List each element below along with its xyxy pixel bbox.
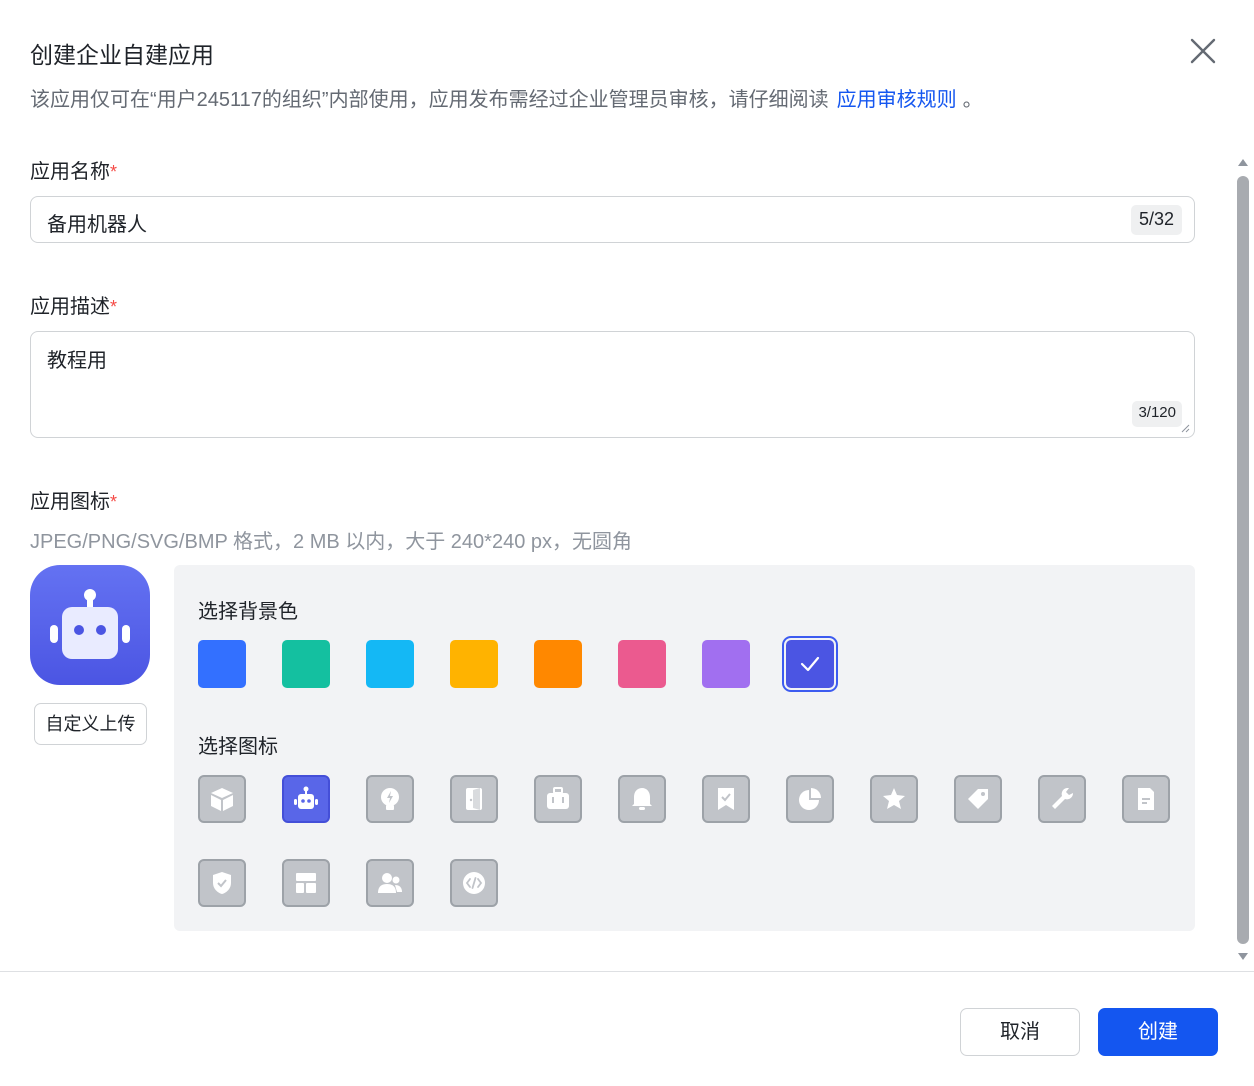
icon-option-briefcase[interactable] bbox=[534, 775, 582, 823]
app-desc-value: 教程用 bbox=[47, 350, 107, 372]
scroll-up-icon[interactable] bbox=[1236, 156, 1250, 168]
app-name-counter: 5/32 bbox=[1130, 205, 1182, 235]
required-mark: * bbox=[110, 492, 118, 512]
icon-option-bulb[interactable] bbox=[366, 775, 414, 823]
icon-option-shield[interactable] bbox=[198, 859, 246, 907]
scroll-down-icon[interactable] bbox=[1236, 951, 1250, 963]
subtitle-text: 该应用仅可在“用户245117的组织”内部使用，应用发布需经过企业管理员审核，请… bbox=[30, 89, 829, 111]
close-icon[interactable] bbox=[1186, 34, 1220, 68]
document-icon bbox=[1138, 788, 1154, 810]
color-swatch[interactable] bbox=[450, 640, 498, 688]
icon-option-wrench[interactable] bbox=[1038, 775, 1086, 823]
scrollbar-thumb[interactable] bbox=[1237, 176, 1249, 944]
color-swatch[interactable] bbox=[702, 640, 750, 688]
app-name-value: 备用机器人 bbox=[47, 214, 147, 236]
color-swatch[interactable] bbox=[534, 640, 582, 688]
bell-icon bbox=[632, 788, 652, 810]
app-desc-label-text: 应用描述 bbox=[30, 296, 110, 318]
app-name-input[interactable]: 备用机器人 5/32 bbox=[30, 196, 1195, 243]
app-name-label-text: 应用名称 bbox=[30, 161, 110, 183]
color-swatch[interactable] bbox=[198, 640, 246, 688]
color-swatch[interactable] bbox=[618, 640, 666, 688]
bookmark-icon bbox=[718, 788, 734, 810]
footer-divider bbox=[0, 971, 1254, 972]
tag-icon bbox=[968, 789, 988, 809]
required-mark: * bbox=[110, 162, 118, 182]
resize-handle-icon[interactable] bbox=[1180, 423, 1190, 433]
people-icon bbox=[378, 873, 402, 893]
icon-picker-panel: 选择背景色 选择图标 bbox=[174, 565, 1195, 931]
app-icon-label-text: 应用图标 bbox=[30, 491, 110, 513]
dialog-subtitle: 该应用仅可在“用户245117的组织”内部使用，应用发布需经过企业管理员审核，请… bbox=[30, 83, 983, 112]
robot-icon bbox=[50, 589, 130, 659]
check-icon bbox=[800, 656, 820, 672]
icon-option-star[interactable] bbox=[870, 775, 918, 823]
icon-option-bell[interactable] bbox=[618, 775, 666, 823]
required-mark: * bbox=[110, 297, 118, 317]
briefcase-icon bbox=[547, 787, 569, 809]
custom-upload-button[interactable]: 自定义上传 bbox=[34, 703, 147, 745]
bulb-icon bbox=[381, 788, 399, 810]
icon-option-layout[interactable] bbox=[282, 859, 330, 907]
dialog-title: 创建企业自建应用 bbox=[30, 42, 214, 68]
code-icon bbox=[463, 872, 485, 894]
app-icon-label: 应用图标* bbox=[30, 485, 117, 514]
box-icon bbox=[211, 788, 233, 811]
app-name-label: 应用名称* bbox=[30, 155, 117, 184]
icon-option-robot[interactable] bbox=[282, 775, 330, 823]
icon-option-document[interactable] bbox=[1122, 775, 1170, 823]
app-desc-textarea[interactable]: 教程用 3/120 bbox=[30, 331, 1195, 438]
app-desc-counter: 3/120 bbox=[1132, 401, 1182, 427]
app-desc-label: 应用描述* bbox=[30, 290, 117, 319]
app-icon-preview bbox=[30, 565, 150, 685]
subtitle-suffix: 。 bbox=[962, 89, 983, 111]
layout-icon bbox=[296, 873, 316, 893]
icon-option-tag[interactable] bbox=[954, 775, 1002, 823]
icon-format-hint: JPEG/PNG/SVG/BMP 格式，2 MB 以内，大于 240*240 p… bbox=[30, 531, 633, 553]
icon-option-people[interactable] bbox=[366, 859, 414, 907]
robot-icon bbox=[294, 786, 318, 809]
icon-option-box[interactable] bbox=[198, 775, 246, 823]
review-rules-link[interactable]: 应用审核规则 bbox=[837, 89, 957, 111]
color-swatch[interactable] bbox=[366, 640, 414, 688]
wrench-icon bbox=[1052, 787, 1074, 809]
icon-option-pie-chart[interactable] bbox=[786, 775, 834, 823]
color-swatch[interactable] bbox=[282, 640, 330, 688]
create-app-dialog: 创建企业自建应用 该应用仅可在“用户245117的组织”内部使用，应用发布需经过… bbox=[0, 0, 1254, 1086]
bg-color-title: 选择背景色 bbox=[198, 601, 298, 623]
door-icon bbox=[466, 788, 482, 810]
icon-option-code[interactable] bbox=[450, 859, 498, 907]
cancel-button[interactable]: 取消 bbox=[960, 1008, 1080, 1056]
pie-chart-icon bbox=[799, 788, 821, 810]
icon-option-door[interactable] bbox=[450, 775, 498, 823]
star-icon bbox=[883, 788, 905, 809]
color-swatch[interactable] bbox=[786, 640, 834, 688]
icon-option-bookmark[interactable] bbox=[702, 775, 750, 823]
create-button[interactable]: 创建 bbox=[1098, 1008, 1218, 1056]
icon-select-title: 选择图标 bbox=[198, 736, 278, 758]
shield-icon bbox=[213, 872, 231, 894]
